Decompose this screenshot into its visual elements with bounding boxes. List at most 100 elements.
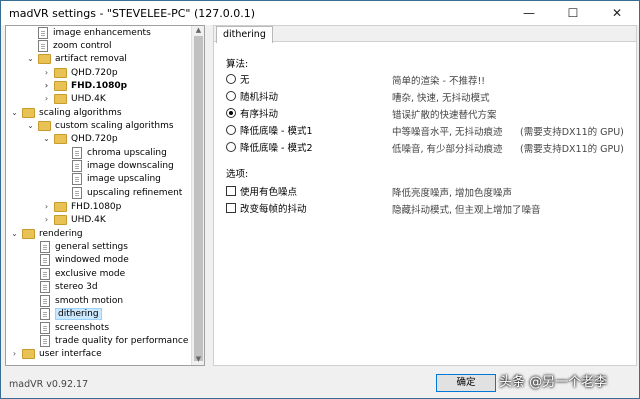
- page-icon: [40, 267, 50, 280]
- algo-option-mode1[interactable]: 降低底噪 - 模式1: [226, 123, 313, 137]
- tree-label: FHD.1080p: [71, 201, 122, 212]
- minimize-button[interactable]: —: [507, 1, 551, 25]
- tree-item[interactable]: › user interface: [10, 347, 102, 360]
- option-label: 有序抖动: [240, 109, 279, 120]
- radio-button-selected[interactable]: [226, 108, 236, 118]
- radio-button[interactable]: [226, 142, 236, 152]
- radio-button[interactable]: [226, 125, 236, 135]
- tree-label: zoom control: [53, 40, 112, 51]
- option-change-per-frame[interactable]: 改变每帧的抖动: [226, 201, 307, 215]
- tree-item[interactable]: › FHD.1080p: [42, 200, 121, 213]
- algo-option-ordered[interactable]: 有序抖动: [226, 106, 278, 120]
- collapse-icon[interactable]: ⌄: [42, 134, 51, 143]
- expand-icon[interactable]: ›: [42, 215, 51, 224]
- tree-label: screenshots: [55, 322, 110, 333]
- tree-item[interactable]: stereo 3d: [40, 280, 98, 293]
- tree-label: user interface: [39, 348, 102, 359]
- option-colored-noise[interactable]: 使用有色噪点: [226, 184, 297, 198]
- tree-item[interactable]: ⌄ rendering: [10, 227, 83, 240]
- algo-option-random[interactable]: 随机抖动: [226, 89, 278, 103]
- option-label: 无: [240, 75, 250, 86]
- window-title: madVR settings - "STEVELEE-PC" (127.0.0.…: [9, 6, 256, 20]
- tree-label: FHD.1080p: [71, 80, 128, 91]
- tree-label: general settings: [55, 241, 128, 252]
- checkbox[interactable]: [226, 203, 236, 213]
- option-description: 嘈杂, 快速, 无抖动模式: [392, 93, 490, 104]
- ok-button[interactable]: 确定: [436, 374, 496, 392]
- radio-button[interactable]: [226, 74, 236, 84]
- tree-label: exclusive mode: [55, 268, 126, 279]
- tree-label: smooth motion: [55, 295, 124, 306]
- watermark-text: 头条 @另一个老李: [499, 375, 608, 390]
- tree-label: artifact removal: [55, 53, 127, 64]
- expand-icon[interactable]: ›: [42, 202, 51, 211]
- page-icon: [72, 146, 82, 159]
- tree-item[interactable]: › FHD.1080p: [42, 79, 127, 92]
- scroll-up-icon[interactable]: ▲: [194, 26, 203, 35]
- tree-scrollbar[interactable]: ▲ ▼: [191, 26, 204, 365]
- folder-icon: [54, 67, 67, 78]
- tree-label: upscaling refinement: [87, 187, 183, 198]
- collapse-icon[interactable]: ⌄: [26, 121, 35, 130]
- tree-item[interactable]: screenshots: [40, 321, 109, 334]
- folder-icon: [54, 201, 67, 212]
- expand-icon[interactable]: ›: [10, 349, 19, 358]
- folder-icon: [54, 93, 67, 104]
- settings-panel: dithering 算法: 无 简单的渲染 - 不推荐!! 随机抖动 嘈杂, 快…: [213, 25, 637, 366]
- tree-item[interactable]: smooth motion: [40, 294, 123, 307]
- option-description: 中等噪音水平, 无抖动痕迹: [392, 127, 503, 138]
- tree-item[interactable]: image upscaling: [72, 172, 161, 185]
- expand-icon[interactable]: ›: [42, 68, 51, 77]
- tree-label: QHD.720p: [71, 133, 118, 144]
- requirement-note: (需要支持DX11的 GPU): [520, 144, 624, 155]
- close-button[interactable]: ✕: [595, 1, 639, 25]
- folder-icon: [22, 348, 35, 359]
- folder-icon: [22, 228, 35, 239]
- tree-item[interactable]: exclusive mode: [40, 267, 125, 280]
- option-label: 降低底噪 - 模式2: [240, 143, 313, 154]
- page-icon: [72, 172, 82, 185]
- tree-item[interactable]: ⌄ QHD.720p: [42, 132, 118, 145]
- page-icon: [40, 334, 50, 347]
- option-label: 使用有色噪点: [240, 187, 298, 198]
- tree-item[interactable]: ⌄ artifact removal: [26, 52, 127, 65]
- tree-label: chroma upscaling: [87, 147, 167, 158]
- tree-item[interactable]: windowed mode: [40, 253, 129, 266]
- option-label: 改变每帧的抖动: [240, 204, 307, 215]
- tree-item-selected[interactable]: dithering: [40, 307, 102, 320]
- option-label: 随机抖动: [240, 92, 279, 103]
- algo-option-mode2[interactable]: 降低底噪 - 模式2: [226, 140, 313, 154]
- tree-item[interactable]: image enhancements: [38, 26, 151, 39]
- algo-option-none[interactable]: 无: [226, 72, 250, 86]
- tree-item[interactable]: general settings: [40, 240, 128, 253]
- tree-item[interactable]: image downscaling: [72, 159, 174, 172]
- tree-item[interactable]: zoom control: [38, 39, 112, 52]
- collapse-icon[interactable]: ⌄: [10, 108, 19, 117]
- settings-window: madVR settings - "STEVELEE-PC" (127.0.0.…: [0, 0, 640, 399]
- folder-icon: [54, 133, 67, 144]
- tab-dithering[interactable]: dithering: [216, 26, 273, 43]
- maximize-button[interactable]: ☐: [551, 1, 595, 25]
- option-description: 低噪音, 有少部分抖动痕迹: [392, 144, 503, 155]
- option-description: 错误扩散的快速替代方案: [392, 110, 497, 121]
- expand-icon[interactable]: ›: [42, 94, 51, 103]
- tree-item[interactable]: › QHD.720p: [42, 66, 118, 79]
- tree-label: scaling algorithms: [39, 107, 122, 118]
- tree-item[interactable]: upscaling refinement: [72, 186, 182, 199]
- radio-button[interactable]: [226, 91, 236, 101]
- tree-item[interactable]: trade quality for performance: [40, 334, 188, 347]
- collapse-icon[interactable]: ⌄: [10, 229, 19, 238]
- tree-item[interactable]: › UHD.4K: [42, 213, 106, 226]
- expand-icon[interactable]: ›: [42, 81, 51, 90]
- tree-item[interactable]: › UHD.4K: [42, 92, 106, 105]
- settings-tree: image enhancements zoom control ⌄ artifac…: [5, 25, 205, 366]
- tree-item[interactable]: ⌄ custom scaling algorithms: [26, 119, 174, 132]
- scrollbar-thumb[interactable]: [194, 36, 203, 361]
- tab-strip: dithering: [214, 26, 636, 43]
- tree-label: image upscaling: [87, 173, 161, 184]
- scroll-down-icon[interactable]: ▼: [194, 355, 203, 364]
- checkbox[interactable]: [226, 186, 236, 196]
- collapse-icon[interactable]: ⌄: [26, 54, 35, 63]
- tree-item[interactable]: chroma upscaling: [72, 146, 167, 159]
- tree-item[interactable]: ⌄ scaling algorithms: [10, 106, 122, 119]
